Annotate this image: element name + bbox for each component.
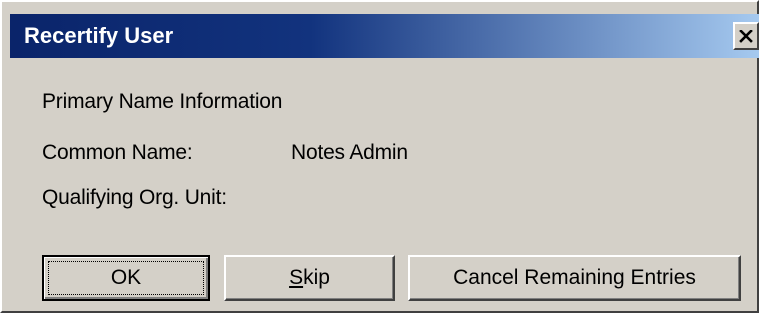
cancel-remaining-label: Cancel Remaining Entries	[453, 266, 696, 289]
section-heading: Primary Name Information	[42, 90, 283, 113]
ok-button[interactable]: OK	[42, 255, 210, 301]
title-bar[interactable]: Recertify User	[10, 14, 759, 58]
close-icon	[739, 29, 753, 43]
common-name-label: Common Name:	[42, 141, 193, 164]
org-unit-label: Qualifying Org. Unit:	[42, 186, 227, 209]
close-button[interactable]	[733, 22, 759, 50]
ok-button-label: OK	[110, 266, 142, 289]
common-name-value: Notes Admin	[291, 141, 408, 164]
skip-button[interactable]: Skip	[224, 255, 395, 301]
cancel-remaining-button[interactable]: Cancel Remaining Entries	[408, 255, 741, 301]
skip-button-label: Skip	[289, 266, 330, 290]
window-title: Recertify User	[24, 23, 174, 48]
recertify-user-dialog: Recertify User Primary Name Information …	[0, 0, 759, 313]
skip-label-rest: kip	[303, 266, 330, 289]
skip-mnemonic: S	[289, 266, 304, 289]
